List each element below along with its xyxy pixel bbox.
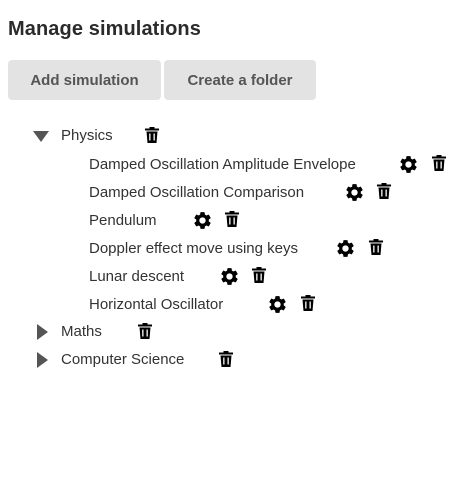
trash-icon[interactable] [377, 183, 391, 199]
trash-icon[interactable] [138, 323, 152, 339]
trash-icon[interactable] [252, 267, 266, 283]
gear-icon[interactable] [192, 210, 213, 231]
gear-icon[interactable] [267, 294, 288, 315]
folder-physics-label[interactable]: Physics [61, 122, 113, 148]
page-title: Manage simulations [8, 18, 201, 40]
trash-icon[interactable] [219, 351, 233, 367]
trash-icon[interactable] [369, 239, 383, 255]
expanded-toggle-icon[interactable] [32, 128, 50, 146]
gear-icon[interactable] [344, 182, 365, 203]
simulation-item-label[interactable]: Doppler effect move using keys [89, 235, 298, 261]
trash-icon[interactable] [432, 155, 446, 171]
simulation-item-label[interactable]: Lunar descent [89, 263, 184, 289]
create-folder-button[interactable]: Create a folder [164, 60, 316, 100]
folder-maths-label[interactable]: Maths [61, 318, 102, 344]
collapsed-toggle-icon[interactable] [34, 351, 52, 369]
gear-icon[interactable] [219, 266, 240, 287]
simulation-item-label[interactable]: Damped Oscillation Comparison [89, 179, 304, 205]
simulation-item-label[interactable]: Damped Oscillation Amplitude Envelope [89, 151, 356, 177]
manage-simulations-page: Manage simulations Add simulation Create… [0, 0, 469, 483]
folder-computer-science-label[interactable]: Computer Science [61, 346, 184, 372]
simulation-item-label[interactable]: Horizontal Oscillator [89, 291, 223, 317]
add-simulation-button[interactable]: Add simulation [8, 60, 161, 100]
gear-icon[interactable] [335, 238, 356, 259]
gear-icon[interactable] [398, 154, 419, 175]
simulation-item-label[interactable]: Pendulum [89, 207, 157, 233]
collapsed-toggle-icon[interactable] [34, 323, 52, 341]
trash-icon[interactable] [225, 211, 239, 227]
trash-icon[interactable] [301, 295, 315, 311]
trash-icon[interactable] [145, 127, 159, 143]
